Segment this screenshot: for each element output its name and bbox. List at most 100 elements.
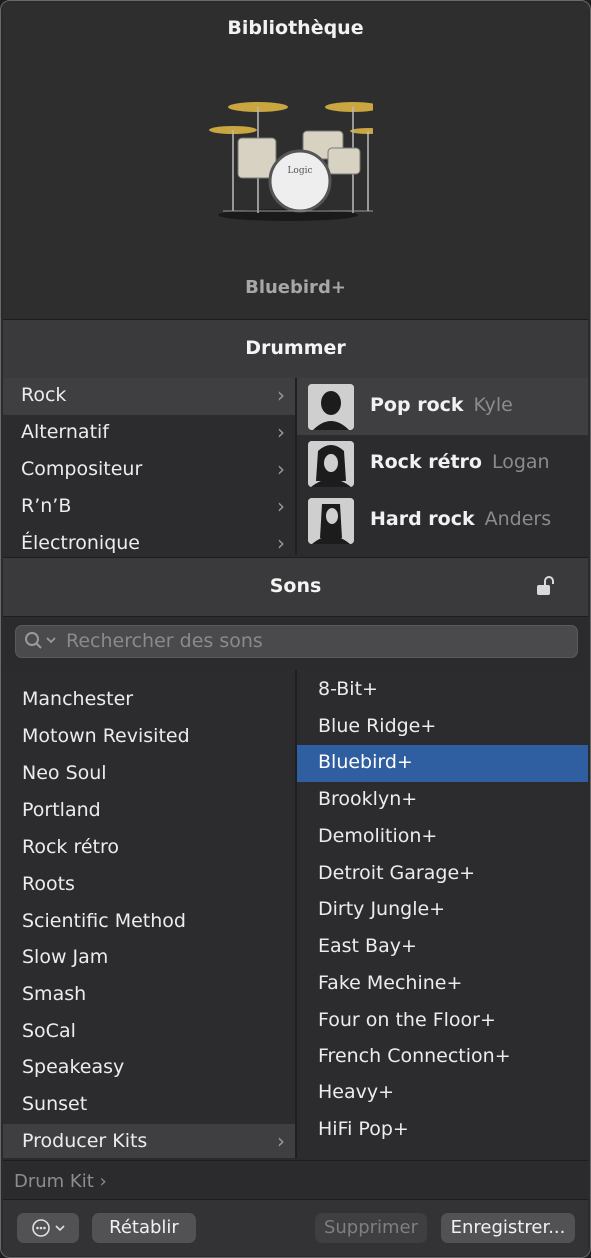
preset-label: East Bay+ [318, 935, 417, 957]
genre-label: Alternatif [21, 421, 109, 443]
drummer-item-logan[interactable]: Rock rétro Logan [297, 435, 588, 492]
genre-label: Rock [21, 384, 67, 406]
preset-item-selected[interactable]: Bluebird+ [297, 745, 588, 782]
category-label: Portland [22, 799, 101, 821]
search-icon[interactable] [24, 631, 58, 651]
genre-label: R’n’B [21, 495, 72, 517]
preset-item[interactable]: HiFi Pop+ [297, 1112, 588, 1149]
chevron-down-icon [46, 637, 56, 644]
preset-label: Brooklyn+ [318, 788, 418, 810]
category-item[interactable]: Speakeasy [3, 1050, 295, 1087]
preset-item[interactable]: Detroit Garage+ [297, 856, 588, 893]
preset-item[interactable]: Blue Ridge+ [297, 709, 588, 746]
category-label: Sunset [22, 1093, 88, 1115]
preset-label: Blue Ridge+ [318, 715, 437, 737]
library-panel: Bibliothèque Logic Bluebird+ Drummer Roc… [0, 0, 591, 1258]
category-label: Rock rétro [22, 836, 120, 858]
chevron-down-icon [55, 1225, 65, 1232]
chevron-right-icon: › [277, 420, 285, 444]
category-item[interactable]: Motown Revisited [3, 719, 295, 756]
category-label: Producer Kits [22, 1130, 148, 1152]
drummer-name: Anders [484, 508, 552, 530]
library-title: Bibliothèque [227, 17, 364, 39]
sounds-section-header[interactable]: Sons [3, 557, 588, 617]
genre-label: Compositeur [21, 458, 143, 480]
lock-open-icon[interactable] [536, 575, 556, 597]
drummer-style: Rock rétro Logan [370, 451, 550, 473]
preset-label: Bluebird+ [318, 751, 413, 773]
category-label: Speakeasy [22, 1056, 125, 1078]
category-label: Motown Revisited [22, 725, 190, 747]
category-item[interactable]: Slow Jam [3, 940, 295, 977]
preset-item[interactable]: Brooklyn+ [297, 782, 588, 819]
path-bar: Drum Kit › [3, 1160, 588, 1199]
search-field[interactable]: Rechercher des sons [15, 625, 578, 658]
preset-item[interactable]: Demolition+ [297, 819, 588, 856]
preset-label: Detroit Garage+ [318, 862, 476, 884]
drummer-section-title: Drummer [245, 337, 346, 359]
category-item[interactable]: Manchester [3, 682, 295, 719]
preset-item[interactable]: Heavy+ [297, 1075, 588, 1112]
chevron-right-icon: › [277, 494, 285, 518]
category-item[interactable]: Neo Soul [3, 756, 295, 793]
drummer-item-kyle[interactable]: Pop rock Kyle [297, 378, 588, 435]
drum-kit-image: Logic [209, 102, 373, 221]
category-item[interactable]: Rock rétro [3, 830, 295, 867]
category-label: Slow Jam [22, 946, 109, 968]
category-item[interactable]: Roots [3, 867, 295, 904]
preset-label: Dirty Jungle+ [318, 898, 446, 920]
search-input[interactable]: Rechercher des sons [66, 630, 263, 652]
preset-label: French Connection+ [318, 1045, 511, 1067]
drummer-style: Pop rock Kyle [370, 394, 513, 416]
category-item[interactable]: Scientific Method [3, 904, 295, 941]
category-item[interactable]: Smash [3, 977, 295, 1014]
more-options-icon [32, 1219, 65, 1237]
preset-item[interactable]: 8-Bit+ [297, 672, 588, 709]
preset-label: Demolition+ [318, 825, 438, 847]
preset-item[interactable]: Dirty Jungle+ [297, 892, 588, 929]
genre-list: Rock › Alternatif › Compositeur › R’n’B … [3, 378, 295, 555]
genre-item-electronique[interactable]: Électronique › [3, 526, 295, 555]
drummer-list: Pop rock Kyle Rock rétro Logan Hard rock… [297, 378, 588, 555]
drummer-name: Logan [491, 451, 550, 473]
drummer-name: Kyle [473, 394, 513, 416]
preset-label: HiFi Pop+ [318, 1118, 409, 1140]
preset-label: 8-Bit+ [318, 678, 378, 700]
svg-text:Logic: Logic [287, 166, 312, 176]
sound-category-list: Manchester Motown Revisited Neo Soul Por… [3, 670, 295, 1158]
preset-list: 8-Bit+ Blue Ridge+ Bluebird+ Brooklyn+ D… [297, 670, 588, 1158]
chevron-right-icon: › [277, 531, 285, 555]
avatar [308, 498, 354, 544]
genre-item-alternatif[interactable]: Alternatif › [3, 415, 295, 452]
save-button[interactable]: Enregistrer... [441, 1213, 575, 1243]
genre-item-rnb[interactable]: R’n’B › [3, 489, 295, 526]
category-item[interactable]: SoCal [3, 1014, 295, 1051]
delete-button[interactable]: Supprimer [315, 1213, 427, 1243]
category-item[interactable]: Portland [3, 793, 295, 830]
preset-item[interactable]: French Connection+ [297, 1039, 588, 1076]
category-label: Smash [22, 983, 87, 1005]
avatar [308, 441, 354, 487]
chevron-right-icon: › [277, 1129, 285, 1153]
sounds-section-title: Sons [269, 575, 322, 597]
preset-label: Four on the Floor+ [318, 1009, 496, 1031]
category-item-producer-kits[interactable]: Producer Kits › [3, 1124, 295, 1158]
drummer-item-anders[interactable]: Hard rock Anders [297, 492, 588, 549]
chevron-right-icon: › [277, 383, 285, 407]
more-options-button[interactable] [17, 1213, 79, 1243]
genre-item-rock[interactable]: Rock › [3, 378, 295, 415]
preset-item[interactable]: Fake Mechine+ [297, 966, 588, 1003]
category-label: Neo Soul [22, 762, 107, 784]
preset-item[interactable]: Four on the Floor+ [297, 1003, 588, 1040]
drummer-style: Hard rock Anders [370, 508, 552, 530]
selected-kit-name: Bluebird+ [245, 277, 346, 298]
category-item[interactable]: Sunset [3, 1087, 295, 1124]
drummer-section-header[interactable]: Drummer [3, 319, 588, 379]
preset-item[interactable]: East Bay+ [297, 929, 588, 966]
genre-item-compositeur[interactable]: Compositeur › [3, 452, 295, 489]
avatar [308, 384, 354, 430]
revert-button[interactable]: Rétablir [92, 1213, 196, 1243]
footer-toolbar: Rétablir Supprimer Enregistrer... [3, 1199, 588, 1256]
path-breadcrumb[interactable]: Drum Kit › [14, 1171, 107, 1192]
category-label: Manchester [22, 688, 134, 710]
